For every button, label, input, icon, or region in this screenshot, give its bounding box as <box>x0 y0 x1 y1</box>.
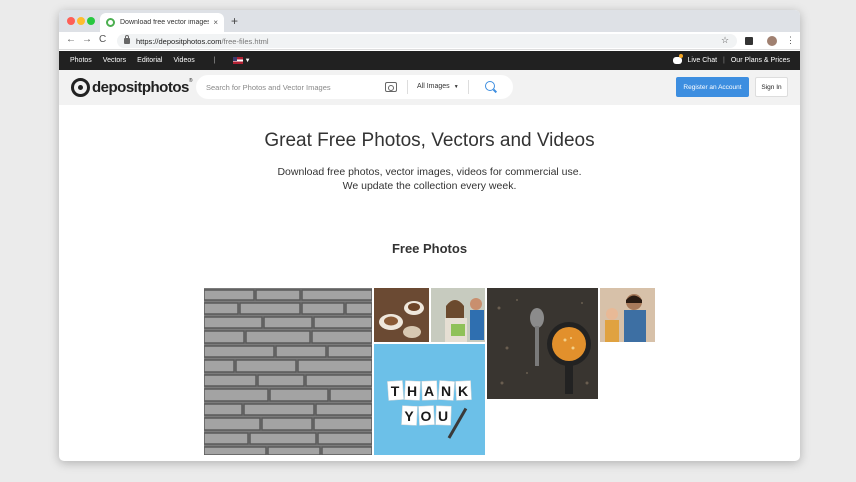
nav-separator: | <box>213 57 216 64</box>
bookmark-star-icon[interactable]: ☆ <box>721 35 729 46</box>
search-input[interactable] <box>206 82 376 92</box>
photo-thank-you[interactable]: T H A N K Y O U <box>374 344 485 455</box>
coffee-image <box>374 288 429 342</box>
logo-mark-icon <box>71 78 90 97</box>
lock-icon <box>124 35 130 44</box>
card-letter-y: Y <box>404 408 414 424</box>
url-path: /free-files.html <box>221 36 269 46</box>
language-caret-icon[interactable]: ▼ <box>245 58 251 64</box>
logo-registered-mark: ® <box>188 78 193 84</box>
top-nav-right: Live Chat | Our Plans & Prices <box>673 51 790 70</box>
search-divider <box>407 80 408 94</box>
browser-tab[interactable]: Download free vector images a × <box>100 13 224 32</box>
photo-pumpkin-soup[interactable] <box>487 288 598 399</box>
site-top-nav: Photos Vectors Editorial Videos | ▼ Live… <box>59 51 800 70</box>
site-logo[interactable]: depositphotos ® <box>71 78 193 97</box>
browser-menu-icon[interactable]: ⋮ <box>786 35 795 46</box>
reload-icon[interactable]: C <box>99 34 106 45</box>
live-chat-link[interactable]: Live Chat <box>687 57 717 64</box>
photo-girl-reading[interactable] <box>431 288 485 342</box>
pumpkin-soup-image <box>487 288 598 399</box>
photo-coffee-cups[interactable] <box>374 288 429 342</box>
search-icon[interactable] <box>485 81 495 91</box>
card-letter-h: H <box>407 383 417 399</box>
camera-icon[interactable] <box>385 82 397 92</box>
nav-link-editorial[interactable]: Editorial <box>137 57 162 64</box>
url-domain: https://depositphotos.com <box>136 36 222 46</box>
forward-icon[interactable]: → <box>82 34 92 45</box>
url-text: https://depositphotos.com/free-files.htm… <box>136 37 269 46</box>
search-bar: All Images▼ <box>196 75 513 99</box>
address-bar: ← → C https://depositphotos.com/free-fil… <box>59 32 800 50</box>
tab-title: Download free vector images a <box>120 19 210 26</box>
browser-window: Download free vector images a × + ← → C … <box>59 10 800 461</box>
us-flag-icon[interactable] <box>232 57 243 64</box>
card-letter-a: A <box>424 383 434 399</box>
stone-wall-image <box>204 288 372 455</box>
girl-reading-image <box>431 288 485 342</box>
card-letter-n: N <box>441 383 451 399</box>
card-letter-k: K <box>458 383 468 399</box>
tab-strip: Download free vector images a × + <box>59 10 800 32</box>
thank-you-card-image: T H A N K Y O U <box>374 344 485 455</box>
photo-family[interactable] <box>600 288 655 342</box>
profile-avatar[interactable] <box>767 36 777 46</box>
site-header: depositphotos ® All Images▼ Register an … <box>59 70 800 105</box>
nav-divider: | <box>723 57 725 64</box>
family-image <box>600 288 655 342</box>
logo-text: depositphotos <box>92 79 189 96</box>
extension-icon[interactable] <box>745 37 753 45</box>
photo-stone-wall[interactable] <box>204 288 372 455</box>
page-subtitle-line-1: Download free photos, vector images, vid… <box>277 166 582 178</box>
new-tab-button[interactable]: + <box>231 14 238 28</box>
card-letter-u: U <box>438 408 448 424</box>
site-favicon-icon <box>106 18 115 27</box>
minimize-window-button[interactable] <box>77 17 85 25</box>
page-title: Great Free Photos, Vectors and Videos <box>264 130 595 151</box>
search-divider-2 <box>468 80 469 94</box>
nav-link-videos[interactable]: Videos <box>173 57 194 64</box>
sign-in-button[interactable]: Sign In <box>755 77 788 97</box>
card-letter-t: T <box>391 383 400 399</box>
image-type-select[interactable]: All Images ▼ <box>417 83 459 90</box>
nav-link-vectors[interactable]: Vectors <box>103 57 126 64</box>
plans-link[interactable]: Our Plans & Prices <box>731 57 790 64</box>
chat-icon <box>673 54 684 64</box>
page-subtitle-line-2: We update the collection every week. <box>342 180 517 192</box>
nav-link-photos[interactable]: Photos <box>70 57 92 64</box>
chevron-down-icon: ▼ <box>453 84 459 90</box>
url-field[interactable]: https://depositphotos.com/free-files.htm… <box>117 34 737 48</box>
tab-close-icon[interactable]: × <box>213 18 218 27</box>
section-title: Free Photos <box>391 241 468 256</box>
close-window-button[interactable] <box>67 17 75 25</box>
image-type-value: All Images <box>417 83 450 90</box>
maximize-window-button[interactable] <box>87 17 95 25</box>
register-button[interactable]: Register an Account <box>676 77 749 97</box>
card-letter-o: O <box>421 408 432 424</box>
back-icon[interactable]: ← <box>66 34 76 45</box>
